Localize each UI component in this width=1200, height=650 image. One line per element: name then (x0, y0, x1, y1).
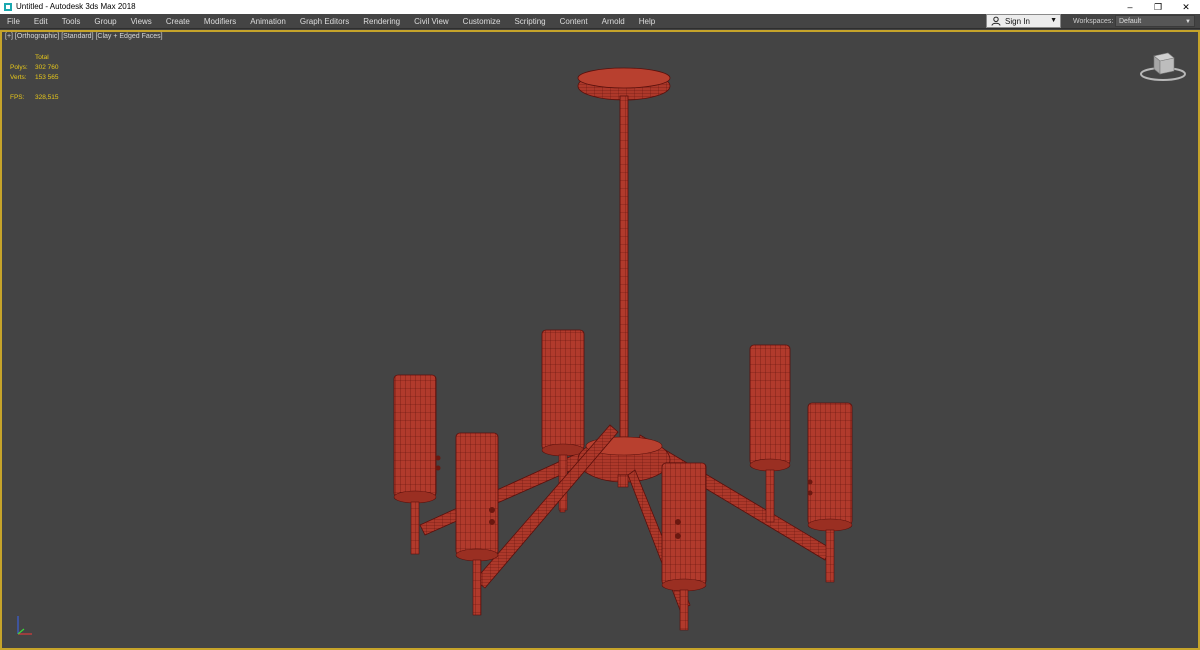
menu-rendering[interactable]: Rendering (356, 14, 407, 29)
menu-content[interactable]: Content (553, 14, 595, 29)
menu-edit[interactable]: Edit (27, 14, 55, 29)
menu-arnold[interactable]: Arnold (595, 14, 632, 29)
axis-tripod-icon (12, 612, 42, 642)
menu-scripting[interactable]: Scripting (507, 14, 552, 29)
chevron-down-icon: ▼ (1185, 19, 1191, 25)
workspaces-select[interactable]: Default ▼ (1115, 15, 1195, 27)
menu-create[interactable]: Create (159, 14, 197, 29)
restore-button[interactable]: ❐ (1144, 0, 1172, 14)
close-button[interactable]: ✕ (1172, 0, 1200, 14)
fps-label: FPS: (10, 94, 25, 101)
menu-animation[interactable]: Animation (243, 14, 293, 29)
chandelier-model[interactable] (370, 60, 870, 640)
menu-customize[interactable]: Customize (456, 14, 508, 29)
verts-label: Verts: (10, 74, 27, 81)
viewport-label[interactable]: [+] [Orthographic] [Standard] [Clay + Ed… (5, 33, 163, 40)
viewcube-icon[interactable] (1138, 50, 1188, 82)
sign-in-button[interactable]: Sign In ▼ (986, 14, 1061, 28)
polys-value: 302 760 (35, 64, 59, 71)
menu-views[interactable]: Views (124, 14, 159, 29)
menu-tools[interactable]: Tools (55, 14, 88, 29)
user-icon (990, 15, 1002, 27)
minimize-button[interactable]: – (1116, 0, 1144, 14)
menu-civil-view[interactable]: Civil View (407, 14, 456, 29)
polys-label: Polys: (10, 64, 28, 71)
statistics-overlay: Total Polys: 302 760 Verts: 153 565 FPS: 32… (10, 53, 59, 103)
menu-group[interactable]: Group (87, 14, 123, 29)
window-title: Untitled - Autodesk 3ds Max 2018 (16, 2, 136, 11)
workspaces-label: Workspaces: (1073, 18, 1114, 25)
sign-in-label: Sign In (1005, 16, 1030, 26)
app-icon (3, 2, 13, 12)
title-bar: Untitled - Autodesk 3ds Max 2018 – ❐ ✕ (0, 0, 1200, 14)
workspaces-value: Default (1119, 18, 1142, 25)
dropdown-arrow-icon: ▼ (1050, 17, 1057, 24)
menu-modifiers[interactable]: Modifiers (197, 14, 243, 29)
menu-help[interactable]: Help (632, 14, 662, 29)
menu-file[interactable]: File (0, 14, 27, 29)
verts-value: 153 565 (35, 74, 59, 81)
stats-header: Total (35, 54, 49, 61)
menu-graph-editors[interactable]: Graph Editors (293, 14, 356, 29)
fps-value: 328,515 (35, 94, 59, 101)
